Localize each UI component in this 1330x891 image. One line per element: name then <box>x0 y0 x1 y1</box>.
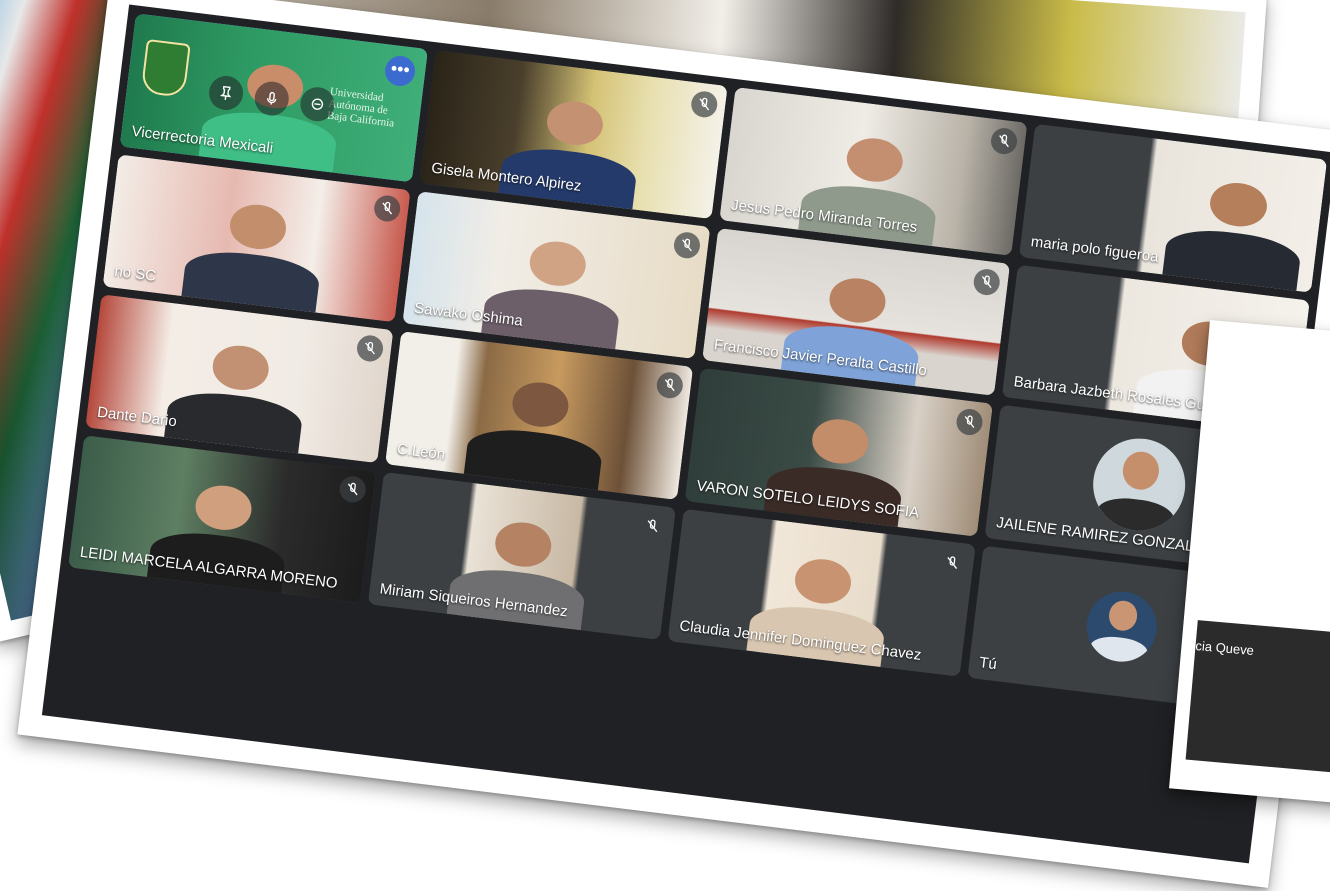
participant-tile-vicerrectoria[interactable]: Universidad Autónoma de Baja California … <box>119 13 428 182</box>
photo-right-image: cia Queve <box>1185 620 1330 773</box>
photo-right-caption: cia Queve <box>1194 638 1255 659</box>
participant-tile-sawako[interactable]: Sawako Oshima <box>402 190 711 360</box>
remove-icon[interactable] <box>298 85 337 123</box>
participant-tile-cleon[interactable]: C.León <box>385 331 694 500</box>
participant-name: Tú <box>978 654 998 674</box>
participant-tile-varon[interactable]: VARON SOTELO LEIDYS SOFIA <box>684 368 993 537</box>
meet-screenshot-photo: Universidad Autónoma de Baja California … <box>17 0 1330 888</box>
participant-tile-jesus[interactable]: Jesus Pedro Miranda Torres <box>719 87 1028 256</box>
participant-video <box>1162 171 1309 291</box>
participant-video <box>463 370 611 491</box>
participant-tile-miriam[interactable]: Miriam Siqueiros Hernandez <box>367 471 676 641</box>
mic-icon[interactable] <box>253 79 292 118</box>
participant-video <box>481 230 628 350</box>
participant-video <box>181 193 328 313</box>
participant-avatar <box>1082 587 1161 666</box>
participant-avatar <box>1087 433 1191 536</box>
participant-tile-maria[interactable]: maria polo figueroa <box>1019 123 1328 293</box>
pin-icon[interactable] <box>207 73 246 112</box>
participant-tile-dante[interactable]: Dante Dario <box>85 294 394 463</box>
participant-tile-leidi[interactable]: LEIDI MARCELA ALGARRA MORENO <box>68 435 377 604</box>
participant-tile-gisela[interactable]: Gisela Montero Alpirez <box>419 50 728 219</box>
participant-tile-francisco[interactable]: Francisco Javier Peralta Castillo <box>702 227 1011 397</box>
participant-tile-claudia[interactable]: Claudia Jennifer Dominguez Chavez <box>667 508 976 678</box>
participant-tile-sc[interactable]: no SC <box>102 153 411 323</box>
video-grid: Universidad Autónoma de Baja California … <box>41 4 1330 864</box>
participant-video <box>164 333 311 454</box>
